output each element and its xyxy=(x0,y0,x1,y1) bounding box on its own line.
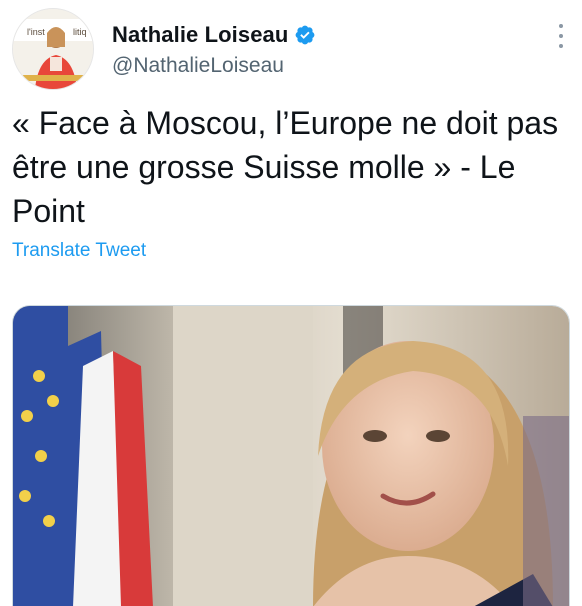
tweet-header: l'inst litiq Nathalie Loiseau @NathalieL… xyxy=(12,8,572,92)
dot xyxy=(559,44,563,48)
svg-text:litiq: litiq xyxy=(73,27,87,37)
more-options-icon[interactable] xyxy=(556,24,566,48)
tweet-text: « Face à Moscou, l’Europe ne doit pas êt… xyxy=(12,105,559,229)
dot xyxy=(559,34,563,38)
svg-text:l'inst: l'inst xyxy=(27,27,45,37)
translate-tweet-link[interactable]: Translate Tweet xyxy=(12,240,146,262)
author-name-row[interactable]: Nathalie Loiseau xyxy=(112,22,316,48)
avatar[interactable]: l'inst litiq xyxy=(12,8,94,90)
dot xyxy=(559,24,563,28)
author-handle[interactable]: @NathalieLoiseau xyxy=(112,54,284,78)
tweet-photo[interactable] xyxy=(12,305,570,606)
author-display-name[interactable]: Nathalie Loiseau xyxy=(112,22,288,48)
verified-badge-icon xyxy=(294,24,316,46)
